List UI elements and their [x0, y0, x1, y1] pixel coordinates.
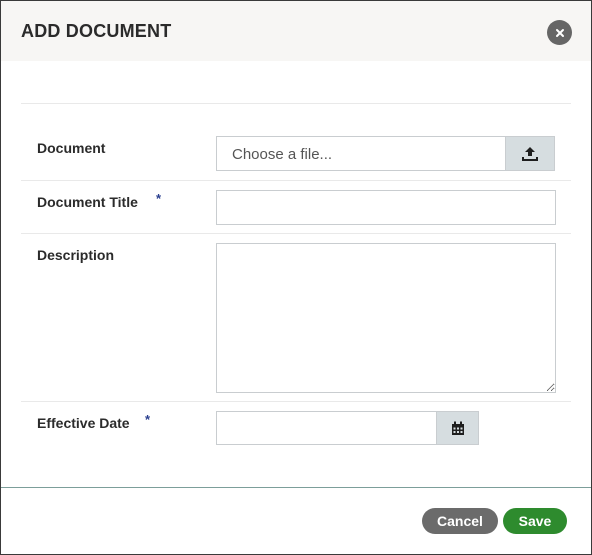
required-marker: *: [156, 191, 162, 206]
calendar-button[interactable]: [436, 411, 479, 445]
dialog-header: ADD DOCUMENT: [1, 1, 591, 61]
close-button[interactable]: [547, 20, 572, 45]
cancel-button[interactable]: Cancel: [422, 508, 498, 534]
description-textarea[interactable]: [216, 243, 556, 393]
file-input-placeholder: Choose a file...: [232, 146, 333, 163]
divider: [21, 233, 571, 234]
upload-button[interactable]: [505, 136, 555, 171]
footer-divider: [1, 487, 591, 488]
divider: [21, 103, 571, 104]
effective-date-label: Effective Date: [37, 415, 130, 431]
add-document-dialog: ADD DOCUMENT Document Choose a file... D…: [0, 0, 592, 555]
document-title-label: Document Title: [37, 194, 138, 210]
divider: [21, 180, 571, 181]
save-button[interactable]: Save: [503, 508, 567, 534]
description-label: Description: [37, 247, 115, 263]
document-title-input[interactable]: [216, 190, 556, 225]
upload-icon: [522, 146, 538, 161]
calendar-icon: [451, 421, 464, 435]
divider: [21, 401, 571, 402]
close-icon: [555, 28, 564, 37]
required-marker: *: [145, 412, 151, 427]
dialog-title: ADD DOCUMENT: [21, 21, 172, 41]
document-label: Document: [37, 140, 106, 156]
effective-date-input[interactable]: [216, 411, 437, 445]
